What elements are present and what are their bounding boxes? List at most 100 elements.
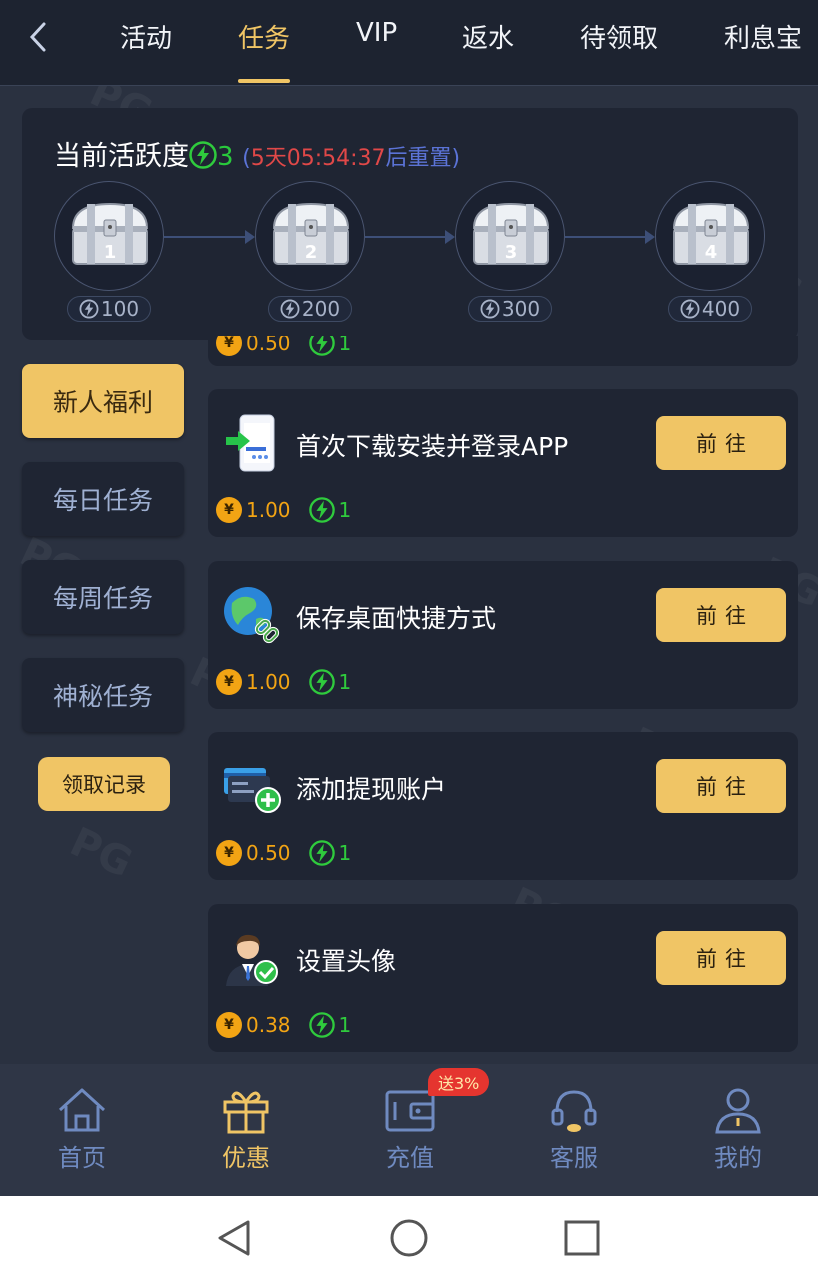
- chest-points-pill: 400: [668, 296, 752, 322]
- chest-icon: [256, 182, 364, 296]
- chest-points-pill: 100: [67, 296, 151, 322]
- bank-card-add-icon: [220, 754, 284, 818]
- nav-label: 优惠: [222, 1144, 270, 1172]
- task-title: 保存桌面快捷方式: [296, 604, 497, 633]
- reset-timer: 5天05:54:37: [250, 146, 386, 171]
- nav-recharge[interactable]: 充值: [355, 1086, 465, 1173]
- reset-suffix: 后重置): [385, 146, 461, 171]
- coin-icon: ¥: [216, 840, 242, 866]
- treasure-chest-1[interactable]: 1: [54, 181, 164, 291]
- chest-number: 3: [504, 242, 518, 263]
- nav-label: 首页: [58, 1144, 106, 1172]
- bolt-icon: [308, 669, 335, 695]
- task-card: 保存桌面快捷方式 前往 ¥ 1.00 1: [208, 561, 798, 709]
- nav-profile[interactable]: 我的: [683, 1086, 793, 1173]
- tab-tasks[interactable]: 任务: [238, 18, 290, 55]
- chest-points: 300: [501, 297, 541, 321]
- nav-promotions[interactable]: 优惠: [191, 1086, 301, 1173]
- system-back-icon[interactable]: [214, 1216, 258, 1260]
- go-button[interactable]: 前往: [656, 931, 786, 985]
- nav-home[interactable]: 首页: [27, 1086, 137, 1173]
- chest-points: 100: [100, 297, 140, 321]
- coin-icon: ¥: [216, 669, 242, 695]
- system-nav-bar: [0, 1196, 818, 1280]
- bolt-icon: [680, 299, 700, 319]
- nav-support[interactable]: 客服: [519, 1086, 629, 1173]
- user-icon: [715, 1088, 761, 1134]
- sidebar-item-weekly[interactable]: 每周任务: [22, 560, 184, 634]
- progress-arrow-line: [565, 236, 645, 238]
- progress-arrow-line: [365, 236, 445, 238]
- tab-interest[interactable]: 利息宝: [724, 18, 802, 55]
- treasure-chest-2[interactable]: 2: [255, 181, 365, 291]
- bolt-reward: 1: [338, 336, 352, 355]
- globe-link-icon: [220, 583, 284, 647]
- task-card: 添加提现账户 前往 ¥ 0.50 1: [208, 732, 798, 880]
- progress-arrow-line: [164, 236, 245, 238]
- coin-reward: 0.50: [246, 841, 291, 865]
- task-card: 首次下载安装并登录APP 前往 ¥ 1.00 1: [208, 389, 798, 537]
- task-reward: ¥ 1.00 1: [216, 669, 351, 695]
- activity-title-line: 当前活跃度 3 (5天05:54:37后重置): [54, 134, 460, 176]
- coin-reward: 1.00: [246, 670, 291, 694]
- tab-rebate[interactable]: 返水: [462, 18, 514, 55]
- bolt-icon: [79, 299, 99, 319]
- chest-points-pill: 200: [268, 296, 352, 322]
- sidebar-item-mystery[interactable]: 神秘任务: [22, 658, 184, 732]
- bolt-icon: [189, 141, 217, 176]
- tab-pending[interactable]: 待领取: [580, 18, 658, 55]
- arrow-head-icon: [245, 230, 255, 244]
- claim-record-button[interactable]: 领取记录: [38, 757, 170, 811]
- coin-icon: ¥: [216, 336, 242, 356]
- arrow-head-icon: [445, 230, 455, 244]
- recharge-bonus-badge: 送3%: [428, 1068, 490, 1096]
- bolt-icon: [308, 336, 335, 356]
- bottom-nav: 首页 优惠 充值 客服 我的: [0, 1064, 818, 1196]
- coin-icon: ¥: [216, 497, 242, 523]
- go-button[interactable]: 前往: [656, 416, 786, 470]
- back-button[interactable]: [20, 18, 60, 58]
- coin-reward: 0.38: [246, 1013, 291, 1037]
- bolt-reward: 1: [338, 670, 352, 694]
- tab-vip[interactable]: VIP: [356, 18, 397, 48]
- paren-open: (: [242, 146, 251, 171]
- chest-points: 400: [701, 297, 741, 321]
- nav-label: 充值: [386, 1144, 434, 1172]
- arrow-head-icon: [645, 230, 655, 244]
- active-tab-indicator: [238, 79, 290, 83]
- chest-points-pill: 300: [468, 296, 552, 322]
- tab-activity[interactable]: 活动: [120, 18, 172, 55]
- bolt-reward: 1: [338, 1013, 352, 1037]
- chest-number: 2: [304, 242, 318, 263]
- task-card-peek: ¥ 0.50 1: [208, 336, 798, 366]
- avatar-check-icon: [220, 926, 284, 990]
- treasure-chest-4[interactable]: 4: [655, 181, 765, 291]
- chest-icon: [656, 182, 764, 296]
- sidebar-item-daily[interactable]: 每日任务: [22, 462, 184, 536]
- bolt-icon: [308, 1012, 335, 1038]
- chest-icon: [55, 182, 163, 296]
- system-home-icon[interactable]: [387, 1216, 431, 1260]
- activity-count: 3: [217, 142, 234, 172]
- bolt-icon: [308, 840, 335, 866]
- nav-label: 我的: [714, 1144, 762, 1172]
- task-title: 设置头像: [296, 947, 397, 976]
- sidebar-item-newcomer[interactable]: 新人福利: [22, 364, 184, 438]
- task-title: 首次下载安装并登录APP: [296, 432, 569, 461]
- phone-download-icon: [220, 411, 284, 475]
- activity-title: 当前活跃度: [54, 141, 189, 172]
- task-card: 设置头像 前往 ¥ 0.38 1: [208, 904, 798, 1052]
- bolt-icon: [280, 299, 300, 319]
- go-button[interactable]: 前往: [656, 759, 786, 813]
- coin-icon: ¥: [216, 1012, 242, 1038]
- chest-icon: [456, 182, 564, 296]
- go-button[interactable]: 前往: [656, 588, 786, 642]
- coin-reward: 1.00: [246, 498, 291, 522]
- system-recents-icon[interactable]: [560, 1216, 604, 1260]
- top-tab-bar: 活动 任务 VIP 返水 待领取 利息宝: [0, 0, 818, 86]
- headset-icon: [551, 1090, 597, 1132]
- chest-number: 4: [704, 242, 718, 263]
- treasure-chest-3[interactable]: 3: [455, 181, 565, 291]
- chevron-left-icon: [29, 22, 46, 52]
- gift-icon: [223, 1091, 269, 1134]
